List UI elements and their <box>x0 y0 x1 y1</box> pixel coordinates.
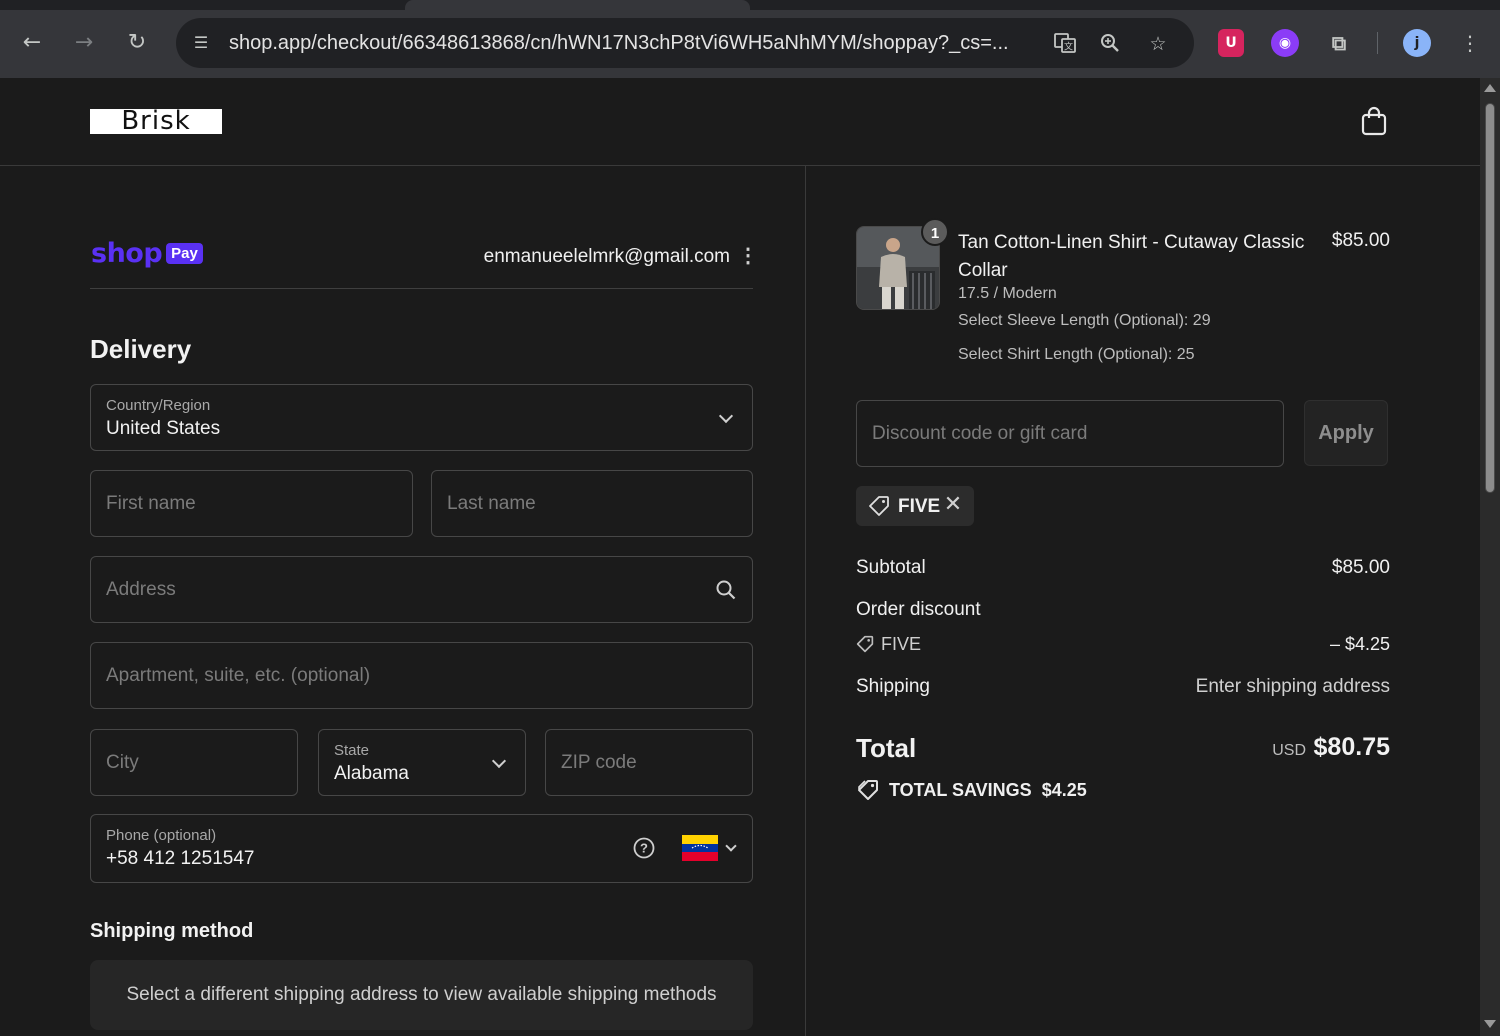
tab-strip <box>0 0 1500 10</box>
chevron-down-icon[interactable] <box>725 840 737 852</box>
column-divider <box>805 166 806 1036</box>
shipping-label: Shipping <box>856 676 930 697</box>
reload-icon[interactable]: ↻ <box>122 28 152 58</box>
zoom-icon[interactable] <box>1097 31 1123 57</box>
zip-placeholder: ZIP code <box>561 752 637 773</box>
shipping-method-message: Select a different shipping address to v… <box>126 984 717 1005</box>
order-discount-label: Order discount <box>856 599 981 620</box>
chevron-down-icon <box>491 753 507 769</box>
chevron-down-icon <box>718 408 734 424</box>
product-title: Tan Cotton-Linen Shirt - Cutaway Classic… <box>958 232 1305 281</box>
checkout-page: Brisk shop Pay enmanueelelmrk@gmail.com ⋮… <box>0 78 1480 1036</box>
browser-menu-icon[interactable]: ⋮ <box>1455 28 1485 58</box>
savings-tag-icon <box>856 778 880 802</box>
translate-icon[interactable]: 文 <box>1052 31 1078 57</box>
product-price: $85.00 <box>1331 230 1390 251</box>
apartment-field[interactable]: Apartment, suite, etc. (optional) <box>90 642 753 709</box>
svg-text:?: ? <box>640 841 648 856</box>
scrollbar-thumb[interactable] <box>1485 103 1495 493</box>
phone-value: +58 412 1251547 <box>106 848 255 869</box>
url-text[interactable]: shop.app/checkout/66348613868/cn/hWN17N3… <box>229 32 1009 55</box>
total-value: $80.75 <box>1313 733 1390 761</box>
address-field[interactable]: Address <box>90 556 753 623</box>
first-name-field[interactable]: First name <box>90 470 413 537</box>
subtotal-label: Subtotal <box>856 557 926 578</box>
store-logo[interactable]: Brisk <box>90 108 222 134</box>
profile-avatar[interactable]: j <box>1403 29 1431 57</box>
product-variant: 17.5 / Modern <box>958 285 1057 302</box>
back-icon[interactable]: ← <box>17 28 47 58</box>
shop-pay-wordmark: shop <box>91 238 163 269</box>
extension-icon[interactable]: ◉ <box>1271 29 1299 57</box>
store-header: Brisk <box>0 78 1480 166</box>
first-name-placeholder: First name <box>106 493 196 514</box>
discount-value: – $4.25 <box>1329 634 1390 654</box>
applied-code: FIVE <box>898 496 941 517</box>
city-field[interactable]: City <box>90 729 298 796</box>
savings-text: TOTAL SAVINGS $4.25 <box>889 780 1087 801</box>
total-currency: USD <box>1272 742 1306 759</box>
ublock-extension-icon[interactable]: U <box>1218 29 1244 57</box>
svg-text:文: 文 <box>1064 41 1073 53</box>
search-icon <box>715 579 737 601</box>
shopping-bag-icon[interactable] <box>1360 106 1388 136</box>
state-value: Alabama <box>334 763 409 784</box>
quantity-badge: 1 <box>921 218 949 246</box>
applied-discount-chip: FIVE ✕ <box>856 486 974 526</box>
shipping-value: Enter shipping address <box>1195 676 1390 697</box>
discount-code-label: FIVE <box>881 634 922 654</box>
account-divider <box>90 288 753 289</box>
site-info-icon[interactable]: ☰ <box>190 32 212 54</box>
shipping-method-notice: Select a different shipping address to v… <box>90 960 753 1030</box>
last-name-placeholder: Last name <box>447 493 536 514</box>
tag-icon <box>868 495 890 517</box>
active-tab[interactable] <box>405 0 750 10</box>
forward-icon[interactable]: → <box>69 28 99 58</box>
shop-pay-logo: shop Pay <box>91 238 203 270</box>
account-email: enmanueelelmrk@gmail.com <box>483 246 730 267</box>
city-placeholder: City <box>106 752 139 773</box>
savings-label: TOTAL SAVINGS <box>889 780 1032 800</box>
phone-label: Phone (optional) <box>106 827 217 844</box>
account-menu-icon[interactable]: ⋮ <box>738 244 758 268</box>
country-select[interactable]: Country/Region United States <box>90 384 753 451</box>
browser-toolbar: ← → ↻ ☰ shop.app/checkout/66348613868/cn… <box>0 0 1500 78</box>
address-placeholder: Address <box>106 579 176 600</box>
scroll-down-arrow[interactable] <box>1484 1020 1496 1028</box>
country-value: United States <box>106 418 221 439</box>
shipping-method-title: Shipping method <box>90 920 254 942</box>
delivery-title: Delivery <box>90 334 192 364</box>
phone-field[interactable]: Phone (optional) +58 412 1251547 ? <box>90 814 753 883</box>
total-label: Total <box>856 733 917 763</box>
discount-code-input[interactable]: Discount code or gift card <box>856 400 1284 467</box>
discount-placeholder: Discount code or gift card <box>872 423 1088 444</box>
apply-discount-button[interactable]: Apply <box>1304 400 1388 466</box>
subtotal-value: $85.00 <box>1331 557 1390 578</box>
bookmark-star-icon[interactable]: ☆ <box>1145 31 1171 57</box>
state-label: State <box>334 742 370 759</box>
country-label: Country/Region <box>106 397 211 414</box>
scroll-up-arrow[interactable] <box>1484 84 1496 92</box>
last-name-field[interactable]: Last name <box>431 470 753 537</box>
page-scrollbar[interactable] <box>1480 78 1500 1036</box>
address-bar[interactable]: ☰ shop.app/checkout/66348613868/cn/hWN17… <box>176 18 1194 68</box>
product-sleeve-option: Select Sleeve Length (Optional): 29 <box>958 312 1211 329</box>
toolbar-separator <box>1377 32 1378 54</box>
tag-icon <box>856 635 874 653</box>
extensions-puzzle-icon[interactable]: ⧉ <box>1325 29 1353 57</box>
state-select[interactable]: State Alabama <box>318 729 526 796</box>
product-shirt-length-option: Select Shirt Length (Optional): 25 <box>958 346 1195 363</box>
zip-field[interactable]: ZIP code <box>545 729 753 796</box>
remove-discount-icon[interactable]: ✕ <box>942 492 964 518</box>
help-icon[interactable]: ? <box>632 836 656 860</box>
apartment-placeholder: Apartment, suite, etc. (optional) <box>106 665 371 686</box>
venezuela-flag-icon[interactable] <box>682 835 718 861</box>
shop-pay-badge: Pay <box>166 243 203 264</box>
savings-value: $4.25 <box>1041 780 1087 800</box>
